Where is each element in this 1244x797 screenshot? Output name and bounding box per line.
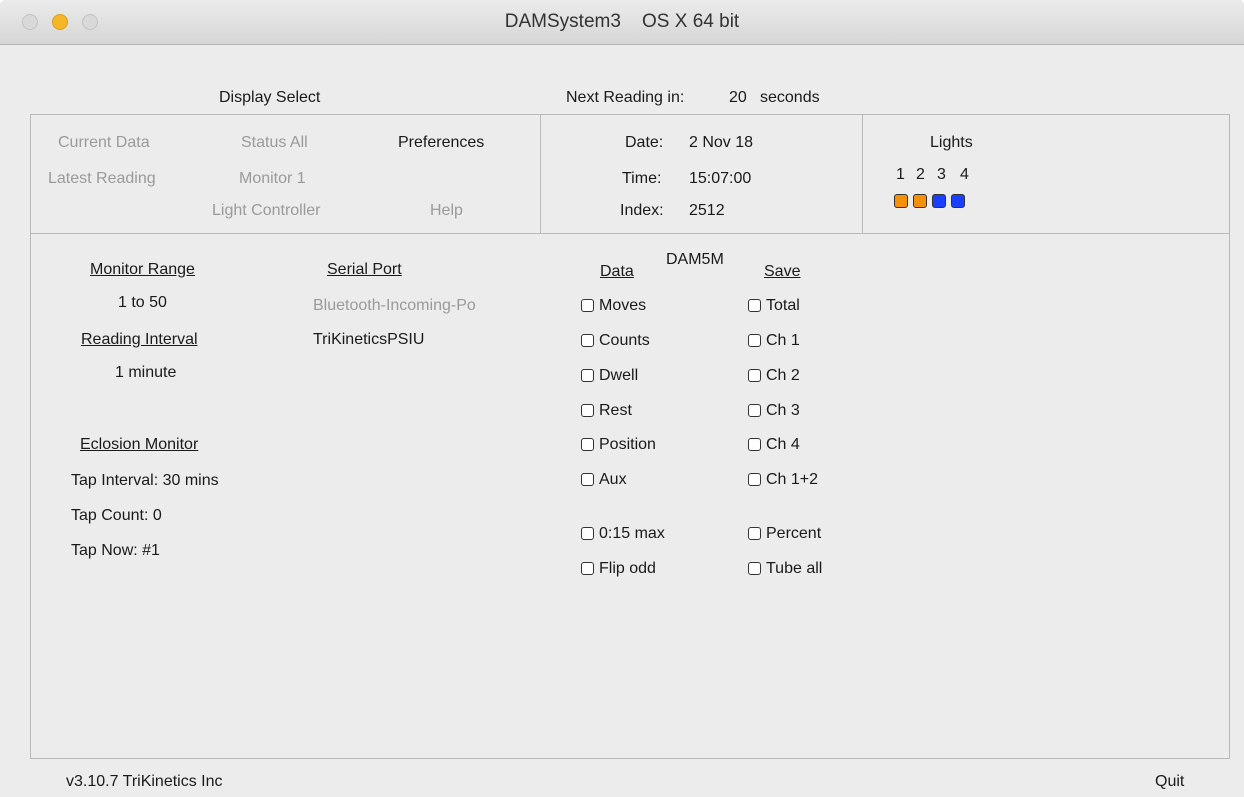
- save-option-checkbox[interactable]: Ch 1: [748, 331, 800, 351]
- checkbox-icon: [748, 404, 761, 417]
- checkbox-icon: [748, 334, 761, 347]
- nav-preferences[interactable]: Preferences: [398, 133, 484, 153]
- data-option-checkbox[interactable]: Moves: [581, 296, 646, 316]
- data-option-checkbox[interactable]: 0:15 max: [581, 524, 665, 544]
- data-option-checkbox[interactable]: Rest: [581, 401, 632, 421]
- nav-help[interactable]: Help: [430, 201, 463, 221]
- save-header: Save: [764, 263, 801, 280]
- title-bar: DAMSystem3 OS X 64 bit: [0, 0, 1244, 45]
- checkbox-icon: [581, 438, 594, 451]
- tap-now-button[interactable]: Tap Now: #1: [71, 541, 160, 561]
- nav-latest-reading[interactable]: Latest Reading: [48, 169, 156, 189]
- next-reading-value: 20: [729, 89, 747, 106]
- version-label: v3.10.7 TriKinetics Inc: [66, 773, 223, 790]
- next-reading-label: Next Reading in:: [566, 89, 685, 106]
- reading-interval-label: Reading Interval: [81, 331, 198, 348]
- app-window: DAMSystem3 OS X 64 bit Display Select Ne…: [0, 0, 1244, 797]
- checkbox-icon: [748, 473, 761, 486]
- reading-interval-value[interactable]: 1 minute: [115, 363, 176, 383]
- quit-button[interactable]: Quit: [1155, 772, 1184, 792]
- time-value: 15:07:00: [689, 170, 752, 187]
- save-option-checkbox[interactable]: Percent: [748, 524, 821, 544]
- serial-port-item[interactable]: TriKineticsPSIU: [313, 330, 424, 350]
- tap-count: Tap Count: 0: [71, 507, 162, 524]
- data-header: Data: [600, 263, 634, 280]
- save-option-checkbox[interactable]: Ch 4: [748, 435, 800, 455]
- checkbox-icon: [748, 527, 761, 540]
- checkbox-icon: [748, 369, 761, 382]
- data-option-checkbox[interactable]: Position: [581, 435, 656, 455]
- index-label: Index:: [620, 202, 664, 219]
- light-number-1: 1: [896, 166, 905, 183]
- lights-title: Lights: [930, 134, 973, 151]
- checkbox-icon: [581, 473, 594, 486]
- monitor-range-value[interactable]: 1 to 50: [118, 293, 167, 313]
- save-option-checkbox[interactable]: Tube all: [748, 559, 822, 579]
- serial-port-item[interactable]: Bluetooth-Incoming-Po: [313, 296, 476, 316]
- data-option-checkbox[interactable]: Dwell: [581, 366, 638, 386]
- light-indicator-2: [913, 194, 927, 208]
- save-option-checkbox[interactable]: Ch 2: [748, 366, 800, 386]
- checkbox-icon: [581, 299, 594, 312]
- nav-light-controller[interactable]: Light Controller: [212, 201, 321, 221]
- next-reading-unit: seconds: [760, 89, 820, 106]
- serial-port-label: Serial Port: [327, 261, 402, 278]
- display-select-label: Display Select: [219, 89, 321, 106]
- data-option-checkbox[interactable]: Counts: [581, 331, 650, 351]
- light-number-3: 3: [937, 166, 946, 183]
- nav-status-all[interactable]: Status All: [241, 133, 308, 153]
- light-number-2: 2: [916, 166, 925, 183]
- light-indicator-4: [951, 194, 965, 208]
- time-label: Time:: [622, 170, 662, 187]
- index-value: 2512: [689, 202, 725, 219]
- checkbox-icon: [581, 369, 594, 382]
- save-option-checkbox[interactable]: Ch 1+2: [748, 470, 818, 490]
- window-title: DAMSystem3 OS X 64 bit: [504, 11, 740, 32]
- date-value: 2 Nov 18: [689, 134, 754, 151]
- save-option-checkbox[interactable]: Total: [748, 296, 800, 316]
- nav-current-data[interactable]: Current Data: [58, 133, 150, 153]
- checkbox-icon: [748, 438, 761, 451]
- checkbox-icon: [748, 562, 761, 575]
- monitor-range-label: Monitor Range: [90, 261, 195, 278]
- checkbox-icon: [581, 527, 594, 540]
- light-indicator-1: [894, 194, 908, 208]
- save-option-checkbox[interactable]: Ch 3: [748, 401, 800, 421]
- checkbox-icon: [581, 334, 594, 347]
- checkbox-icon: [581, 562, 594, 575]
- checkbox-icon: [581, 404, 594, 417]
- tap-interval[interactable]: Tap Interval: 30 mins: [71, 471, 219, 491]
- eclosion-monitor-label: Eclosion Monitor: [80, 436, 199, 453]
- device-type-title: DAM5M: [666, 251, 724, 268]
- data-option-checkbox[interactable]: Aux: [581, 470, 627, 490]
- light-number-4: 4: [960, 166, 969, 183]
- checkbox-icon: [748, 299, 761, 312]
- light-indicator-3: [932, 194, 946, 208]
- date-label: Date:: [625, 134, 664, 151]
- divider: [540, 115, 541, 233]
- data-option-checkbox[interactable]: Flip odd: [581, 559, 656, 579]
- divider: [862, 115, 863, 233]
- nav-monitor-1[interactable]: Monitor 1: [239, 169, 306, 189]
